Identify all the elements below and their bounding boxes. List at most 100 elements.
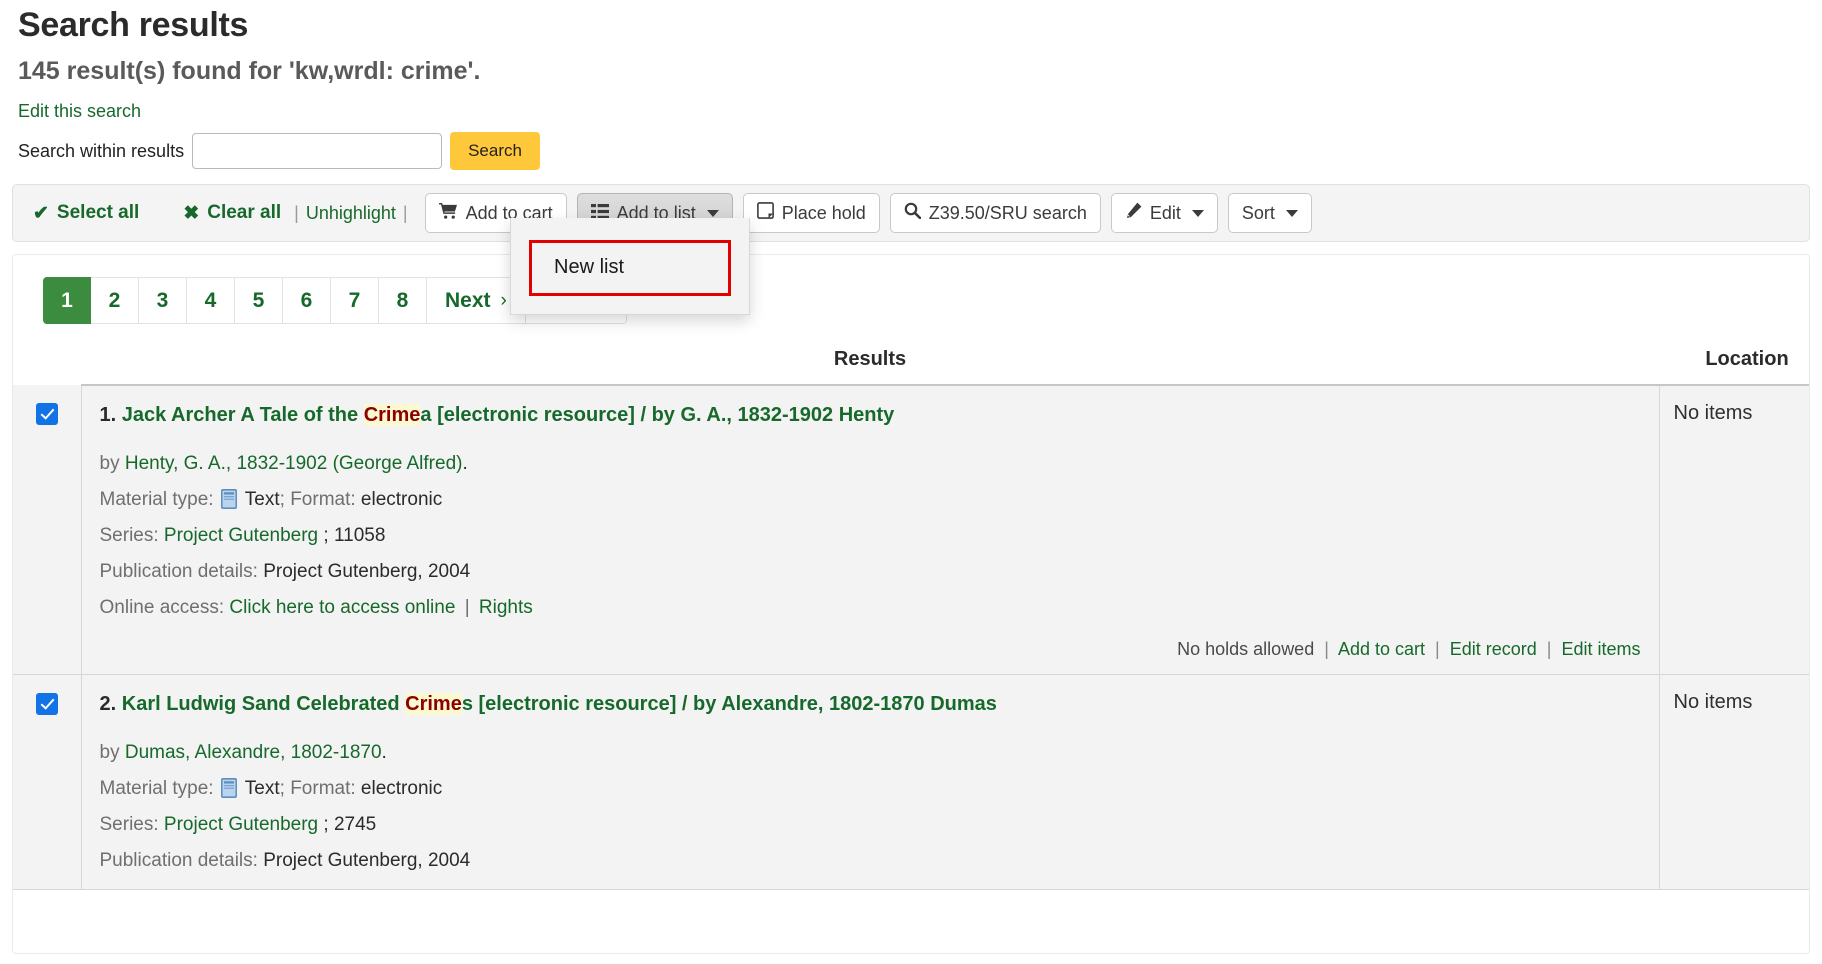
- select-all-label: Select all: [57, 202, 139, 224]
- book-icon: [221, 486, 237, 506]
- edit-items-link[interactable]: Edit items: [1561, 639, 1640, 659]
- publication-label: Publication details:: [100, 561, 258, 582]
- cart-icon: [439, 202, 458, 224]
- search-button[interactable]: Search: [450, 132, 540, 170]
- search-within-results-row: Search within results Search: [18, 132, 1804, 170]
- material-type-semicolon: ;: [280, 489, 285, 510]
- bookmark-square-icon: [757, 202, 774, 224]
- series-value: ; 11058: [323, 525, 385, 546]
- checkbox-column-header: [13, 348, 81, 385]
- book-icon: [221, 775, 237, 795]
- record-series-line: Series: Project Gutenberg ; 11058: [100, 518, 1641, 554]
- record-title-before: Karl Ludwig Sand Celebrated: [122, 693, 405, 715]
- edit-this-search-link[interactable]: Edit this search: [18, 98, 141, 124]
- record-number: 1.: [100, 404, 117, 426]
- format-value: electronic: [361, 778, 442, 799]
- results-panel: 1 2 3 4 5 6 7 8 Next › Last »: [12, 254, 1810, 954]
- rights-link[interactable]: Rights: [479, 597, 533, 618]
- edit-label: Edit: [1150, 203, 1181, 224]
- search-results-page: Search results 145 result(s) found for '…: [0, 0, 1822, 964]
- online-access-separator: |: [461, 597, 474, 618]
- row-results-cell: 2. Karl Ludwig Sand Celebrated Crimes [e…: [81, 675, 1659, 890]
- record-author-line: by Dumas, Alexandre, 1802-1870.: [100, 735, 1641, 771]
- clear-all-label: Clear all: [207, 202, 281, 224]
- series-link[interactable]: Project Gutenberg: [164, 814, 318, 835]
- record-title-link[interactable]: Karl Ludwig Sand Celebrated Crimes [elec…: [122, 693, 997, 715]
- place-hold-button[interactable]: Place hold: [743, 193, 880, 233]
- search-within-input[interactable]: [192, 133, 442, 169]
- page-title: Search results: [18, 0, 1804, 46]
- pagination-page-7[interactable]: 7: [331, 277, 379, 324]
- table-row: 2. Karl Ludwig Sand Celebrated Crimes [e…: [13, 675, 1810, 890]
- record-material-type-line: Material type: Text; Format: electronic: [100, 771, 1641, 807]
- row-add-to-cart-link[interactable]: Add to cart: [1338, 639, 1425, 659]
- chevron-down-icon: [707, 210, 719, 217]
- holds-status: No holds allowed: [1177, 639, 1314, 659]
- row-select-checkbox[interactable]: [36, 403, 58, 425]
- results-table: Results Location 1. Jack Archer A Tale o…: [13, 348, 1810, 890]
- header-zone: Search results 145 result(s) found for '…: [0, 0, 1822, 170]
- pencil-icon: [1125, 202, 1142, 224]
- record-series-line: Series: Project Gutenberg ; 2745: [100, 807, 1641, 843]
- record-publication-line: Publication details: Project Gutenberg, …: [100, 554, 1641, 590]
- unhighlight-link[interactable]: Unhighlight: [306, 203, 396, 224]
- clear-all-button[interactable]: ✖ Clear all: [177, 202, 287, 225]
- series-label: Series:: [100, 525, 159, 546]
- row-location-cell: No items: [1659, 385, 1810, 675]
- edit-button[interactable]: Edit: [1111, 193, 1218, 233]
- series-link[interactable]: Project Gutenberg: [164, 525, 318, 546]
- results-toolbar: ✔ Select all ✖ Clear all | Unhighlight |…: [12, 184, 1810, 242]
- select-all-button[interactable]: ✔ Select all: [27, 202, 145, 225]
- record-title-before: Jack Archer A Tale of the: [122, 404, 364, 426]
- toolbar-separator-left: |: [287, 203, 306, 224]
- by-label: by: [100, 453, 125, 474]
- row-select-checkbox[interactable]: [36, 693, 58, 715]
- search-within-label: Search within results: [18, 141, 184, 162]
- online-access-link[interactable]: Click here to access online: [229, 597, 455, 618]
- pagination-next-label: Next: [445, 289, 491, 313]
- record-title-after: s [electronic resource] / by Alexandre, …: [462, 693, 997, 715]
- chevron-down-icon: [1192, 210, 1204, 217]
- material-type-value: Text: [245, 778, 280, 799]
- format-label: Format:: [290, 489, 355, 510]
- pagination-page-8[interactable]: 8: [379, 277, 427, 324]
- material-type-label: Material type:: [100, 778, 214, 799]
- record-author-line: by Henty, G. A., 1832-1902 (George Alfre…: [100, 446, 1641, 482]
- author-suffix: .: [462, 453, 467, 474]
- series-label: Series:: [100, 814, 159, 835]
- edit-record-link[interactable]: Edit record: [1450, 639, 1537, 659]
- record-number: 2.: [100, 693, 117, 715]
- dropdown-item-new-list[interactable]: New list: [529, 240, 731, 296]
- action-separator: |: [1542, 639, 1557, 659]
- z3950-sru-search-button[interactable]: Z39.50/SRU search: [890, 193, 1101, 233]
- record-publication-line: Publication details: Project Gutenberg, …: [100, 843, 1641, 879]
- pagination-page-4[interactable]: 4: [187, 277, 235, 324]
- toolbar-separator-right: |: [396, 203, 415, 224]
- sort-button[interactable]: Sort: [1228, 193, 1312, 233]
- pagination-page-1[interactable]: 1: [43, 277, 91, 324]
- search-term-highlight: Crime: [364, 404, 421, 426]
- check-icon: ✔: [33, 202, 49, 225]
- row-checkbox-cell: [13, 385, 81, 675]
- pagination-page-5[interactable]: 5: [235, 277, 283, 324]
- pagination-page-2[interactable]: 2: [91, 277, 139, 324]
- record-material-type-line: Material type: Text; Format: electronic: [100, 482, 1641, 518]
- record-author-link[interactable]: Henty, G. A., 1832-1902 (George Alfred): [125, 453, 463, 474]
- material-type-semicolon: ;: [280, 778, 285, 799]
- chevron-down-icon: [1286, 210, 1298, 217]
- format-value: electronic: [361, 489, 442, 510]
- row-results-cell: 1. Jack Archer A Tale of the Crimea [ele…: [81, 385, 1659, 675]
- close-x-icon: ✖: [183, 202, 199, 225]
- chevron-right-icon: ›: [501, 290, 507, 312]
- record-title: 1. Jack Archer A Tale of the Crimea [ele…: [100, 400, 1641, 430]
- record-title-link[interactable]: Jack Archer A Tale of the Crimea [electr…: [122, 404, 895, 426]
- place-hold-label: Place hold: [782, 203, 866, 224]
- publication-value: Project Gutenberg, 2004: [263, 561, 470, 582]
- pagination-page-6[interactable]: 6: [283, 277, 331, 324]
- series-value: ; 2745: [323, 814, 376, 835]
- publication-value: Project Gutenberg, 2004: [263, 850, 470, 871]
- z3950-sru-search-label: Z39.50/SRU search: [929, 203, 1087, 224]
- row-checkbox-cell: [13, 675, 81, 890]
- record-author-link[interactable]: Dumas, Alexandre, 1802-1870: [125, 742, 382, 763]
- pagination-page-3[interactable]: 3: [139, 277, 187, 324]
